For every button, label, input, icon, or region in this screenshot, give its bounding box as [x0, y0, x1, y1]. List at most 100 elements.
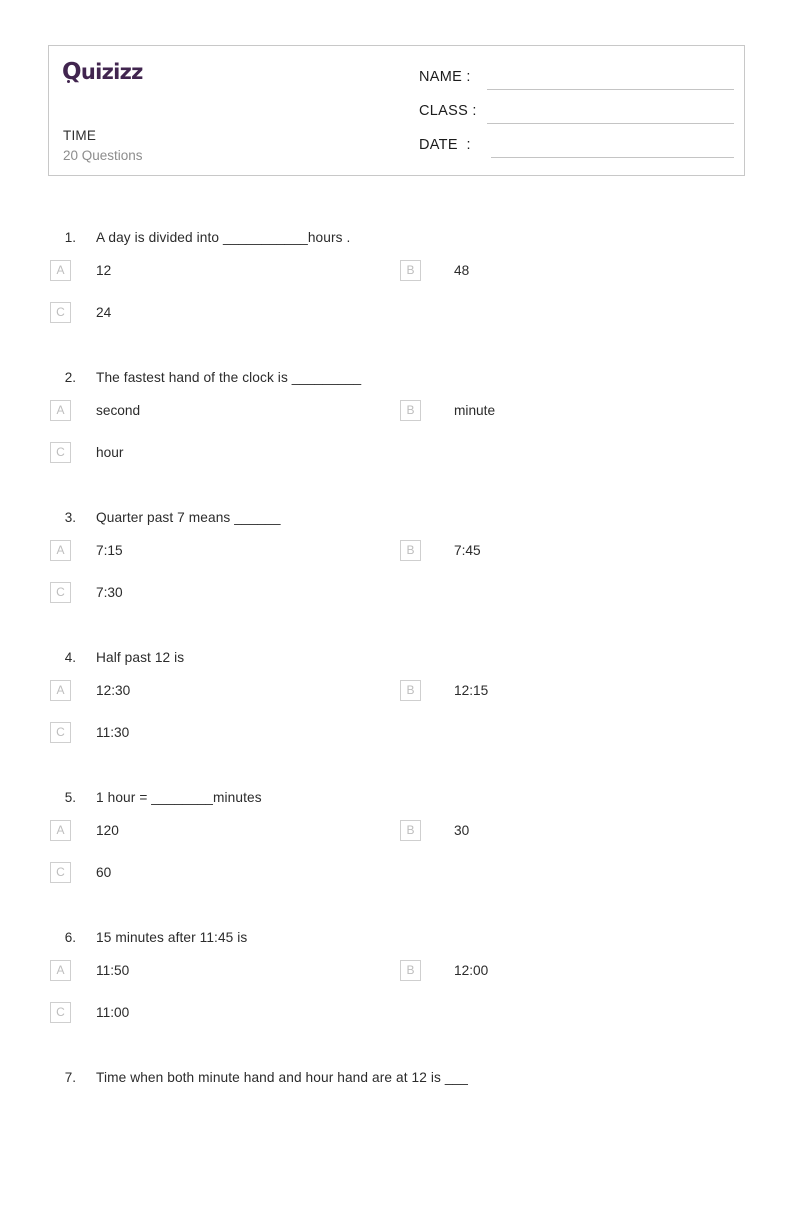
question-header: 4. Half past 12 is [0, 648, 794, 678]
answer-options-grid: Asecond Bminute Chour [0, 398, 794, 482]
question-block: 3. Quarter past 7 means ______ A 7:15 B 7:45 C… [0, 508, 794, 648]
class-field-row: CLASS : [419, 100, 734, 128]
answer-options-row: A 11:50 B 12:00 [0, 958, 794, 1000]
quiz-question-count: 20 Questions [63, 148, 143, 163]
worksheet-page: Quizizz TIME 20 Questions NAME : CLASS :… [0, 0, 794, 1123]
answer-option-text: 7:45 [454, 543, 481, 558]
answer-option[interactable]: C 7:30 [50, 580, 390, 622]
answer-option[interactable]: B 7:45 [400, 538, 740, 580]
answer-option[interactable]: A 12:30 [50, 678, 390, 720]
answer-options-row: A 7:15 B 7:45 [0, 538, 794, 580]
question-block: 6. 15 minutes after 11:45 is A 11:50 B 12:00 C… [0, 928, 794, 1068]
answer-option-letter-badge: A [50, 260, 71, 281]
logo-rest-letters: uizizz [80, 60, 144, 84]
answer-option[interactable]: B 12:00 [400, 958, 740, 1000]
question-text: 15 minutes after 11:45 is [96, 930, 248, 945]
answer-option-letter-badge: A [50, 540, 71, 561]
answer-option-text: 48 [454, 263, 470, 278]
answer-option-text: 11:30 [96, 725, 130, 740]
question-header: 2. The fastest hand of the clock is _____… [0, 368, 794, 398]
question-text: Half past 12 is [96, 650, 185, 665]
class-field-input[interactable] [487, 123, 734, 124]
questions-list: 1. A day is divided into ___________hours… [0, 228, 794, 1208]
answer-option-text: 12:15 [454, 683, 489, 698]
question-number: 5. [64, 790, 76, 805]
date-field-label: DATE : [419, 137, 471, 153]
answer-options-row: C 60 [0, 860, 794, 902]
answer-options-row: A 12 B 48 [0, 258, 794, 300]
logo-dot-icon [67, 80, 70, 83]
question-text: A day is divided into ___________hours . [96, 230, 351, 245]
answer-option-letter-badge: B [400, 680, 421, 701]
answer-option-letter-badge: A [50, 960, 71, 981]
answer-option-text: 7:30 [96, 585, 123, 600]
answer-option[interactable]: Bminute [400, 398, 740, 440]
header-left-section: Quizizz TIME 20 Questions [49, 46, 409, 175]
answer-options-row: C 11:30 [0, 720, 794, 762]
answer-option-text: second [96, 403, 141, 418]
name-field-input[interactable] [487, 89, 734, 90]
question-block: 1. A day is divided into ___________hours… [0, 228, 794, 368]
answer-option[interactable]: C 11:30 [50, 720, 390, 762]
answer-option-letter-badge: B [400, 820, 421, 841]
question-text: 1 hour = ________minutes [96, 790, 262, 805]
question-header: 1. A day is divided into ___________hours… [0, 228, 794, 258]
question-number: 6. [64, 930, 76, 945]
answer-option-letter-badge: A [50, 820, 71, 841]
question-text: Quarter past 7 means ______ [96, 510, 281, 525]
answer-option[interactable]: A 120 [50, 818, 390, 860]
answer-option-text: hour [96, 445, 124, 460]
answer-option[interactable]: C 60 [50, 860, 390, 902]
answer-option-text: 12:30 [96, 683, 131, 698]
answer-option-letter-badge: B [400, 540, 421, 561]
question-block: 7. Time when both minute hand and hour ha… [0, 1068, 794, 1208]
answer-option-letter-badge: B [400, 260, 421, 281]
answer-options-row: Asecond Bminute [0, 398, 794, 440]
answer-option-letter-badge: B [400, 960, 421, 981]
worksheet-header-card: Quizizz TIME 20 Questions NAME : CLASS :… [48, 45, 745, 176]
name-field-row: NAME : [419, 66, 734, 94]
answer-option-letter-badge: C [50, 442, 71, 463]
answer-option[interactable]: A 11:50 [50, 958, 390, 1000]
answer-option[interactable]: B 12:15 [400, 678, 740, 720]
answer-option-letter-badge: C [50, 582, 71, 603]
answer-option[interactable]: B 30 [400, 818, 740, 860]
answer-option-letter-badge: C [50, 862, 71, 883]
answer-option-letter-badge: C [50, 1002, 71, 1023]
question-number: 7. [64, 1070, 76, 1085]
answer-option[interactable]: Chour [50, 440, 390, 482]
answer-option-text: 12 [96, 263, 112, 278]
quiz-title: TIME [63, 128, 97, 143]
answer-option[interactable]: C 11:00 [50, 1000, 390, 1042]
answer-option[interactable]: Asecond [50, 398, 390, 440]
answer-option-text: 11:50 [96, 963, 130, 978]
date-field-input[interactable] [491, 157, 734, 158]
answer-option[interactable]: C 24 [50, 300, 390, 342]
answer-options-row: A 12:30 B 12:15 [0, 678, 794, 720]
class-field-label: CLASS : [419, 103, 477, 119]
question-block: 4. Half past 12 is A 12:30 B 12:15 C 11:30 [0, 648, 794, 788]
answer-option-letter-badge: A [50, 400, 71, 421]
header-fields-section: NAME : CLASS : DATE : [409, 46, 744, 175]
answer-option-text: 12:00 [454, 963, 489, 978]
question-header: 6. 15 minutes after 11:45 is [0, 928, 794, 958]
question-header: 3. Quarter past 7 means ______ [0, 508, 794, 538]
answer-options-grid: A 12:30 B 12:15 C 11:30 [0, 678, 794, 762]
question-header: 7. Time when both minute hand and hour ha… [0, 1068, 794, 1098]
answer-options-grid: A 120 B 30 C 60 [0, 818, 794, 902]
question-number: 4. [64, 650, 76, 665]
answer-options-row: C 11:00 [0, 1000, 794, 1042]
answer-options-row: C 7:30 [0, 580, 794, 622]
answer-option[interactable]: B 48 [400, 258, 740, 300]
question-block: 5. 1 hour = ________minutes A 120 B 30 C 60 [0, 788, 794, 928]
answer-option[interactable]: A 12 [50, 258, 390, 300]
answer-option-text: 11:00 [96, 1005, 130, 1020]
answer-option-letter-badge: C [50, 302, 71, 323]
answer-options-row: A 120 B 30 [0, 818, 794, 860]
question-header: 5. 1 hour = ________minutes [0, 788, 794, 818]
answer-option[interactable]: A 7:15 [50, 538, 390, 580]
answer-option-letter-badge: B [400, 400, 421, 421]
answer-options-grid: A 11:50 B 12:00 C 11:00 [0, 958, 794, 1042]
question-block: 2. The fastest hand of the clock is _____… [0, 368, 794, 508]
answer-option-text: minute [454, 403, 496, 418]
